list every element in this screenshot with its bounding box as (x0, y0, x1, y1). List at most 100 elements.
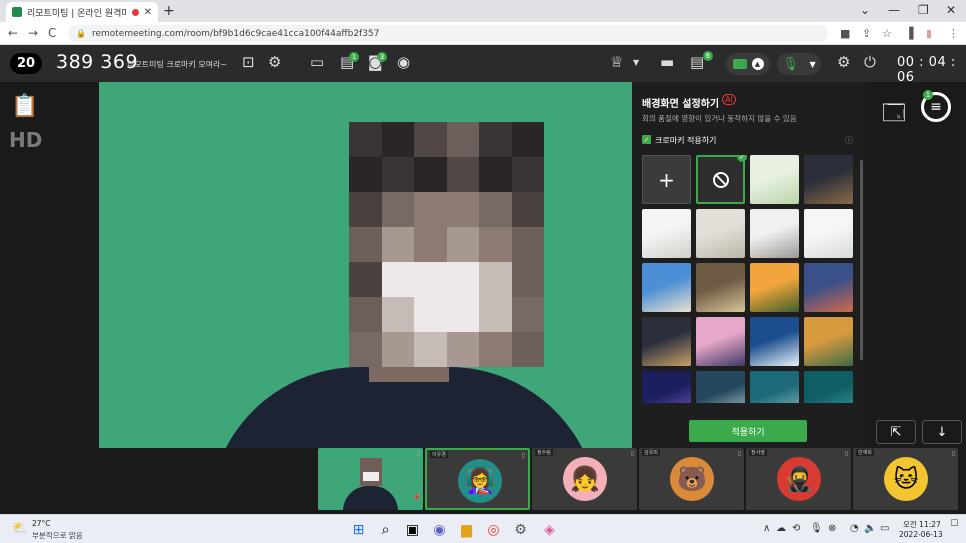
weather-desc[interactable]: 부분적으로 맑음 (32, 530, 83, 541)
background-thumbnail[interactable] (696, 209, 745, 258)
paint-app-icon[interactable]: ◈ (541, 521, 558, 538)
recording-icon (131, 8, 139, 16)
record-icon[interactable]: ◉ (397, 53, 410, 71)
window-layout-icon[interactable]: 🗔 (882, 96, 906, 134)
minimize-icon[interactable]: — (888, 3, 900, 17)
chevron-up-icon[interactable]: ▲ (751, 58, 764, 70)
tab-search-icon[interactable]: ⌄ (860, 3, 870, 17)
participant-tile[interactable]: 이유경 👩‍🏫 ▯ (425, 448, 530, 510)
host-dropdown-icon[interactable]: ▼ (633, 58, 639, 67)
background-thumbnail[interactable] (804, 371, 853, 403)
background-thumbnail[interactable] (642, 317, 691, 366)
participant-tile[interactable]: 민재희 🐱 ▯ (853, 448, 958, 510)
background-thumbnail[interactable] (750, 155, 799, 204)
camera-toggle-button[interactable]: ▲ (726, 53, 770, 75)
chat-app-icon[interactable]: ◉ (431, 521, 448, 538)
no-background-option[interactable]: ✓ (696, 155, 747, 204)
self-video-tile[interactable]: 📌 ▯ (318, 448, 423, 510)
background-thumbnail[interactable] (642, 209, 691, 258)
settings-app-icon[interactable]: ⚙ (512, 521, 529, 538)
clock-date[interactable]: 2022-06-13 (899, 530, 943, 539)
clock-time[interactable]: 오전 11:27 (903, 519, 941, 530)
file-explorer-icon[interactable]: ▆ (458, 521, 475, 538)
lock-room-icon[interactable]: ⊡ (242, 53, 255, 71)
participant-tile[interactable]: 정수림 👧 ▯ (532, 448, 637, 510)
thumbnail-scrollbar[interactable] (860, 160, 863, 360)
task-view-icon[interactable]: ▣ (404, 521, 421, 538)
camera-permission-icon[interactable]: ■ (840, 27, 850, 40)
tile-menu-icon[interactable]: ▯ (738, 450, 741, 457)
background-thumbnail[interactable] (804, 263, 853, 312)
weather-temp[interactable]: 27°C (32, 519, 51, 528)
participant-tile[interactable]: 정서영 🥷 ▯ (746, 448, 851, 510)
mic-toggle-button[interactable]: 🎙 ▼ (777, 53, 821, 75)
participant-avatar: 🐱 (884, 457, 928, 501)
info-icon[interactable]: ⓘ (845, 135, 853, 146)
chrome-icon[interactable]: ◎ (485, 521, 502, 538)
url-input[interactable]: 🔒 remotemeeting.com/room/bf9b1d6c9cae41c… (68, 25, 828, 42)
background-thumbnail[interactable] (750, 209, 799, 258)
share-icon[interactable]: ⇪ (862, 27, 871, 40)
wifi-icon[interactable]: ◔ (850, 523, 859, 534)
pin-icon[interactable]: 📌 (413, 494, 420, 501)
chroma-key-label[interactable]: 크로마키 적용하기 (655, 135, 716, 146)
background-thumbnail[interactable] (750, 317, 799, 366)
add-background-button[interactable]: + (642, 155, 691, 204)
search-icon[interactable]: ⌕ (377, 521, 394, 538)
settings-gear-icon[interactable]: ⚙ (837, 53, 850, 71)
window-close-icon[interactable]: ✕ (946, 3, 956, 17)
tray-overflow-icon[interactable]: ∧ (763, 523, 770, 534)
background-thumbnail[interactable] (804, 317, 853, 366)
clipboard-icon[interactable]: 📋 (11, 94, 38, 119)
tile-menu-icon[interactable]: ▯ (522, 452, 525, 459)
participant-avatar: 👩‍🏫 (458, 459, 502, 503)
background-thumbnail[interactable] (804, 209, 853, 258)
profile-avatar-icon[interactable]: ▮ (926, 27, 932, 40)
exit-icon[interactable]: ⏻ (864, 53, 876, 71)
browser-menu-icon[interactable]: ⋮ (948, 27, 959, 40)
user-settings-icon[interactable]: ⚙ (268, 53, 281, 71)
export-icon[interactable]: ⇱ (876, 420, 916, 444)
tab-close-icon[interactable]: ✕ (144, 7, 152, 18)
download-icon[interactable]: ↓ (922, 420, 962, 444)
hd-label[interactable]: HD (9, 128, 42, 152)
browser-tab[interactable]: 리모트미팅 | 온라인 원격미 ✕ (6, 2, 158, 22)
bookmark-star-icon[interactable]: ☆ (882, 27, 892, 40)
forward-icon[interactable]: → (28, 26, 38, 40)
back-icon[interactable]: ← (8, 26, 18, 40)
background-thumbnail[interactable] (750, 371, 799, 403)
tile-menu-icon[interactable]: ▯ (631, 450, 634, 457)
tray-x-icon[interactable]: ⊗ (828, 523, 836, 534)
background-thumbnail[interactable] (696, 371, 745, 403)
reload-icon[interactable]: C (48, 26, 56, 40)
layout-icon[interactable]: ▬ (660, 53, 674, 71)
apply-button[interactable]: 적용하기 (689, 420, 807, 442)
background-thumbnail[interactable] (696, 263, 745, 312)
tile-menu-icon[interactable]: ▯ (952, 450, 955, 457)
maximize-icon[interactable]: ❐ (918, 3, 929, 17)
chroma-key-checkbox[interactable]: ✓ (642, 135, 651, 144)
participant-tile[interactable]: 김유미 🐻 ▯ (639, 448, 744, 510)
tile-menu-icon[interactable]: ▯ (845, 450, 848, 457)
weather-icon[interactable]: ⛅ (12, 521, 28, 536)
background-thumbnail[interactable] (750, 263, 799, 312)
start-windows-icon[interactable]: ⊞ (350, 521, 367, 538)
background-thumbnail[interactable] (642, 371, 691, 403)
background-thumbnail[interactable] (642, 263, 691, 312)
sidepanel-icon[interactable]: ▐ (905, 27, 913, 40)
tray-mic-icon[interactable]: 🎙 (810, 523, 823, 534)
new-tab-button[interactable]: + (163, 3, 175, 19)
chevron-down-icon[interactable]: ▼ (810, 60, 816, 69)
background-thumbnail[interactable] (696, 317, 745, 366)
tray-cloud-icon[interactable]: ☁ (776, 523, 786, 534)
participant-count[interactable]: 20 (10, 53, 42, 74)
battery-icon[interactable]: ▭ (880, 523, 889, 534)
tile-menu-icon[interactable]: ▯ (417, 450, 420, 457)
volume-icon[interactable]: 🔈 (864, 523, 876, 534)
room-number: 389 369 (56, 51, 139, 73)
background-thumbnail[interactable] (804, 155, 853, 204)
notification-icon[interactable]: ▢ (950, 518, 959, 528)
screen-share-icon[interactable]: ▭ (310, 53, 324, 71)
crown-host-icon[interactable]: ♕ (610, 53, 623, 71)
tray-sync-icon[interactable]: ⟲ (792, 523, 800, 534)
